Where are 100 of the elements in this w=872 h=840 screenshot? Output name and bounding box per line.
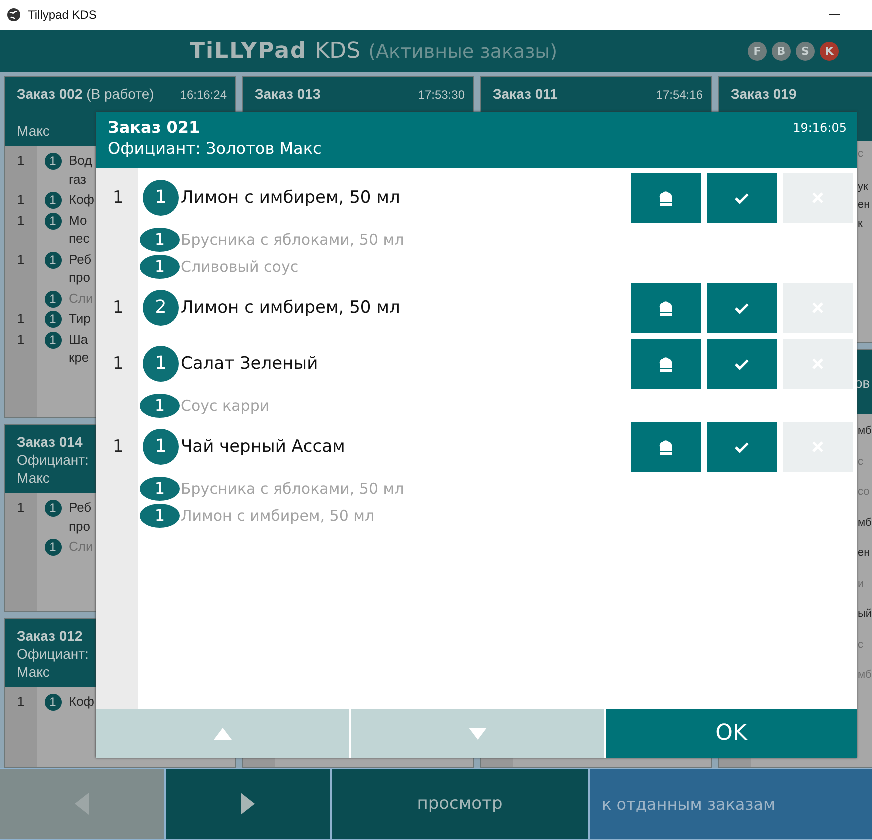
item-name: к <box>858 216 863 232</box>
nav-button[interactable]: просмотр <box>332 769 588 839</box>
check-icon <box>735 302 749 314</box>
minimize-icon <box>829 14 840 16</box>
item-name: газ <box>69 170 87 188</box>
order-time: 19:16:05 <box>793 120 847 137</box>
item-name: про <box>69 269 90 287</box>
scroll-down-button[interactable] <box>351 709 604 758</box>
item-name: Реб <box>69 250 92 268</box>
item-name: Тир <box>69 310 91 328</box>
count-badge: 1 <box>44 332 62 348</box>
station-button[interactable]: F <box>748 42 767 61</box>
count-badge: 1 <box>44 192 62 209</box>
count-badge: 1 <box>143 180 179 216</box>
waiter-name: Макс <box>17 122 50 140</box>
down-arrow-icon <box>468 728 486 740</box>
order-time: 17:53:30 <box>418 87 465 104</box>
order-title: Заказ 002 (В работе) <box>17 85 154 103</box>
waiter-name: Официант: Золотов Макс <box>108 138 322 160</box>
item-quantity: 1 <box>17 332 25 346</box>
item-name: пес <box>69 230 90 248</box>
count-badge: 1 <box>140 504 180 528</box>
item-name: мб <box>858 424 872 439</box>
item-name: мб <box>858 516 872 530</box>
item-name: Ша <box>69 330 88 348</box>
count-badge: 1 <box>44 153 62 170</box>
item-name: и <box>858 576 864 592</box>
item-quantity: 1 <box>17 311 25 326</box>
cook-button[interactable] <box>631 173 701 223</box>
count-badge: 1 <box>140 228 180 252</box>
station-button[interactable]: S <box>796 42 815 61</box>
item-name: про <box>69 518 90 536</box>
item-name: Лимон с имбирем, 50 мл <box>181 188 400 208</box>
count-badge: 1 <box>140 476 180 500</box>
modifier-name: Соус карри <box>181 396 270 414</box>
dialog-title: Заказ 021 <box>108 118 202 138</box>
item-quantity: 1 <box>113 188 124 208</box>
item-quantity: 1 <box>17 212 25 228</box>
count-badge: 1 <box>44 694 62 711</box>
modifier-name: Брусника с яблоками, 50 мл <box>181 480 404 498</box>
item-name: Сли <box>69 290 94 308</box>
waiter-name: Макс <box>17 663 50 681</box>
count-badge: 1 <box>140 254 180 278</box>
count-badge: 1 <box>44 539 62 556</box>
item-name: ен <box>858 198 870 213</box>
left-arrow-icon <box>75 793 89 815</box>
item-name: ый <box>858 607 872 622</box>
order-time: 17:54:16 <box>656 87 703 104</box>
count-badge: 1 <box>44 212 62 230</box>
item-name: Коф <box>69 191 94 209</box>
count-badge: 1 <box>140 394 180 418</box>
count-badge: 2 <box>143 290 179 326</box>
item-name: Вод <box>69 152 92 170</box>
item-quantity: 1 <box>17 694 25 709</box>
nav-button[interactable]: к отданным заказам <box>590 769 872 839</box>
done-button[interactable] <box>707 339 777 389</box>
order-title: Заказ 012 <box>17 627 83 645</box>
done-button[interactable] <box>707 422 777 472</box>
cook-button[interactable] <box>631 422 701 472</box>
item-quantity: 1 <box>17 252 25 266</box>
count-badge: 1 <box>44 290 62 308</box>
waiter-name: Официант: <box>17 645 89 663</box>
window-title: Tillypad KDS <box>28 8 97 22</box>
view-title: (Активные заказы) <box>368 40 558 62</box>
up-arrow-icon <box>214 728 232 740</box>
check-icon <box>735 192 749 204</box>
order-title: Заказ 013 <box>255 85 321 103</box>
item-quantity: 1 <box>17 153 25 168</box>
item-name: Сли <box>69 538 94 556</box>
count-badge: 1 <box>143 429 179 465</box>
station-button[interactable]: K <box>820 42 839 61</box>
item-name: мб <box>858 668 872 683</box>
globe-icon <box>7 8 21 22</box>
next-button[interactable] <box>166 769 330 839</box>
item-name: с <box>858 638 864 652</box>
ok-button[interactable]: OK <box>606 709 857 758</box>
modifier-name: Сливовый соус <box>181 258 299 276</box>
item-quantity: 1 <box>113 354 124 374</box>
cook-button[interactable] <box>631 339 701 389</box>
scroll-up-button[interactable] <box>96 709 349 758</box>
count-badge: 1 <box>44 252 62 268</box>
item-name: с <box>858 147 864 162</box>
done-button[interactable] <box>707 173 777 223</box>
logo: TiLLYPad <box>190 38 308 64</box>
cook-button[interactable] <box>631 283 701 333</box>
item-name: Лимон с имбирем, 50 мл <box>181 298 400 318</box>
product-name: KDS <box>315 38 361 64</box>
item-name: ук <box>858 180 868 194</box>
item-name: Коф <box>69 693 94 711</box>
station-button[interactable]: B <box>772 42 791 61</box>
item-quantity: 1 <box>17 192 25 207</box>
item-name: Чай черный Ассам <box>181 437 346 457</box>
waiter-name: Макс <box>17 469 50 487</box>
check-icon <box>735 358 749 370</box>
item-quantity: 1 <box>113 437 124 457</box>
order-time: 16:16:24 <box>180 87 227 104</box>
done-button[interactable] <box>707 283 777 333</box>
item-name: Салат Зеленый <box>181 354 318 374</box>
order-title: Заказ 014 <box>17 433 83 451</box>
count-badge: 1 <box>44 311 62 328</box>
